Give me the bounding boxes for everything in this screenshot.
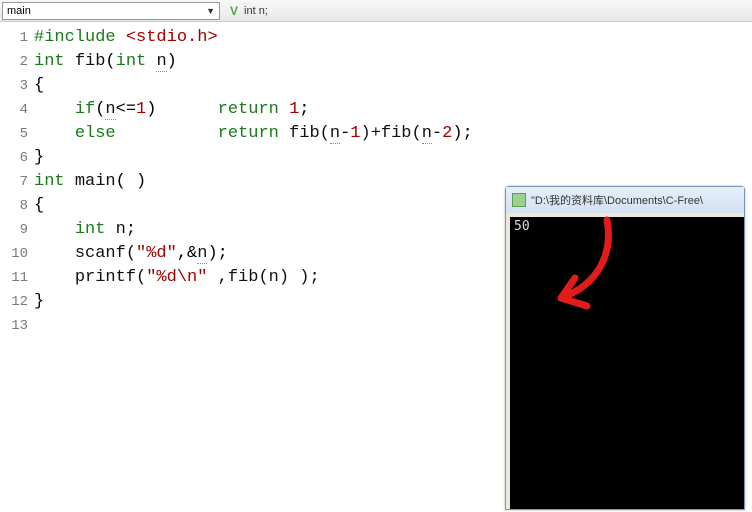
- console-icon: [512, 193, 526, 207]
- code-line: if(n<=1) return 1;: [34, 98, 752, 122]
- console-title: "D:\我的资料库\Documents\C-Free\: [531, 192, 703, 208]
- console-output: 50: [510, 217, 744, 509]
- variable-icon: V: [230, 4, 238, 18]
- code-line: int fib(int n): [34, 50, 752, 74]
- code-line: }: [34, 146, 752, 170]
- code-line: {: [34, 74, 752, 98]
- console-titlebar[interactable]: "D:\我的资料库\Documents\C-Free\: [506, 187, 744, 213]
- console-window[interactable]: "D:\我的资料库\Documents\C-Free\ 50: [505, 186, 745, 510]
- console-line: 50: [514, 219, 530, 234]
- toolbar: main ▼ V int n;: [0, 0, 752, 22]
- chevron-down-icon: ▼: [206, 6, 215, 16]
- scope-value: main: [7, 5, 31, 17]
- declaration-text: int n;: [244, 5, 268, 17]
- code-line: else return fib(n-1)+fib(n-2);: [34, 122, 752, 146]
- scope-dropdown[interactable]: main ▼: [2, 2, 220, 20]
- line-gutter: 123 456 789 101112 13: [0, 26, 34, 338]
- code-line: #include <stdio.h>: [34, 26, 752, 50]
